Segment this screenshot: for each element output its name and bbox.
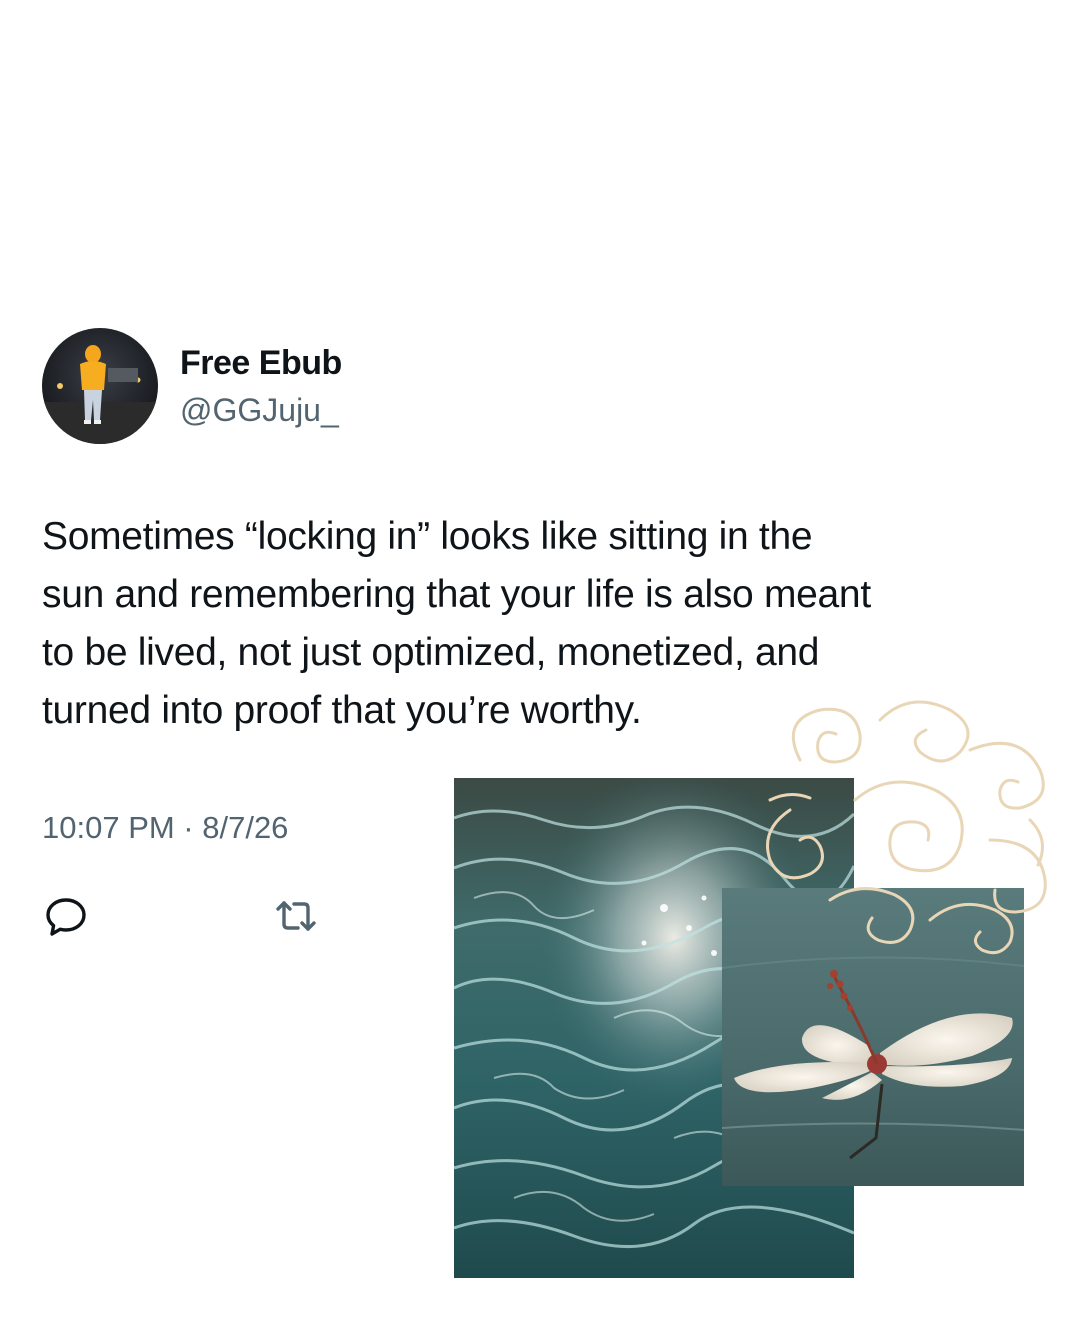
tweet-timestamp[interactable]: 10:07 PM · 8/7/26 [42, 810, 288, 846]
reply-button[interactable] [40, 890, 92, 942]
user-handle[interactable]: @GGJuju_ [180, 392, 339, 429]
retweet-arrows-icon [276, 901, 316, 931]
tweet-text-line: sun and remembering that your life is al… [42, 573, 871, 616]
avatar-photo [42, 328, 158, 444]
tweet-text-line: Sometimes “locking in” looks like sittin… [42, 515, 813, 558]
tweet-card: Free Ebub @GGJuju_ Sometimes “locking in… [0, 0, 1088, 1344]
avatar[interactable] [42, 328, 158, 444]
tweet-text-line: turned into proof that you’re worthy. [42, 689, 642, 732]
retweet-button[interactable] [270, 890, 322, 942]
tweet-text: Sometimes “locking in” looks like sittin… [42, 508, 1052, 740]
speech-bubble-icon [46, 898, 86, 936]
tweet-text-line: to be lived, not just optimized, monetiz… [42, 631, 820, 674]
display-name[interactable]: Free Ebub [180, 344, 342, 383]
